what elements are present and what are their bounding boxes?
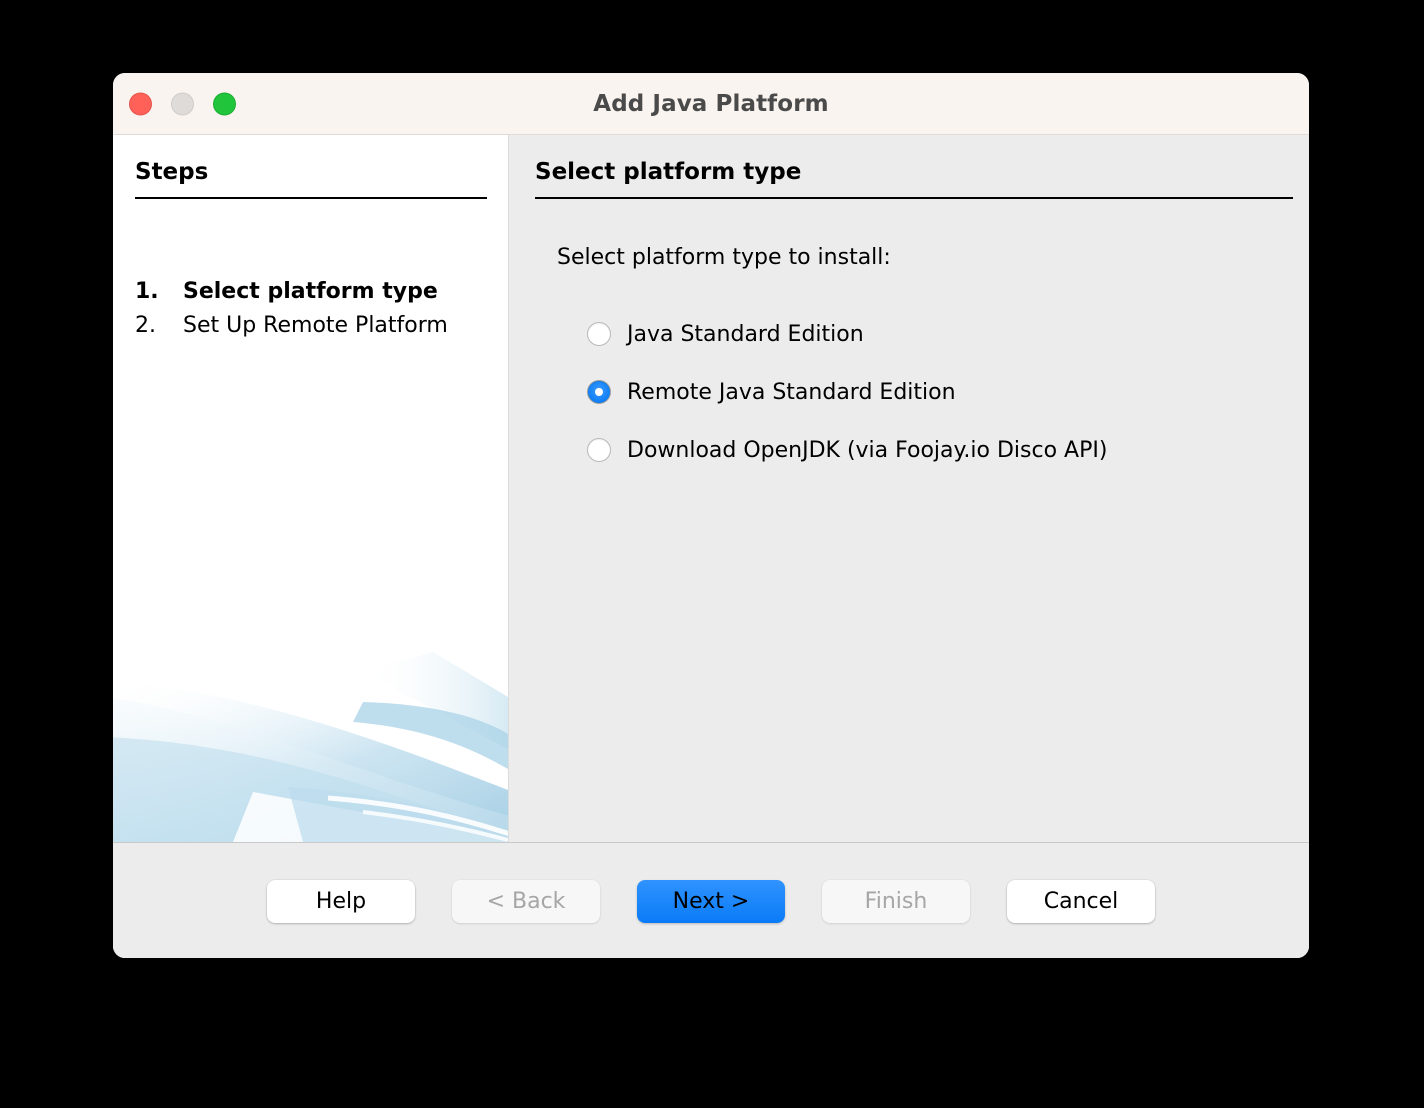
step-number: 2.	[135, 309, 183, 343]
dialog-button-bar: Help < Back Next > Finish Cancel	[113, 843, 1309, 958]
next-button[interactable]: Next >	[637, 880, 785, 923]
steps-list: 1. Select platform type 2. Set Up Remote…	[135, 275, 495, 343]
window-controls	[129, 92, 236, 115]
window-title: Add Java Platform	[113, 91, 1309, 117]
radio-label: Java Standard Edition	[627, 322, 864, 347]
close-button[interactable]	[129, 92, 152, 115]
steps-heading-rule	[135, 197, 487, 199]
minimize-button[interactable]	[171, 92, 194, 115]
steps-panel: Steps 1. Select platform type 2. Set Up …	[113, 135, 508, 842]
platform-type-radio-group: Java Standard Edition Remote Java Standa…	[587, 305, 1107, 479]
radio-icon[interactable]	[587, 438, 611, 462]
dialog-body: Steps 1. Select platform type 2. Set Up …	[113, 135, 1309, 958]
radio-option-download-openjdk[interactable]: Download OpenJDK (via Foojay.io Disco AP…	[587, 421, 1107, 479]
page-title: Select platform type	[535, 159, 801, 185]
step-label: Select platform type	[183, 275, 438, 309]
maximize-button[interactable]	[213, 92, 236, 115]
prompt-label: Select platform type to install:	[557, 245, 891, 270]
radio-option-remote-java-standard-edition[interactable]: Remote Java Standard Edition	[587, 363, 1107, 421]
main-panel: Select platform type Select platform typ…	[508, 135, 1309, 842]
radio-option-java-standard-edition[interactable]: Java Standard Edition	[587, 305, 1107, 363]
window-titlebar: Add Java Platform	[113, 73, 1309, 135]
radio-icon-selected[interactable]	[587, 380, 611, 404]
radio-label: Download OpenJDK (via Foojay.io Disco AP…	[627, 438, 1107, 463]
step-item-1: 1. Select platform type	[135, 275, 495, 309]
finish-button[interactable]: Finish	[822, 880, 970, 923]
desktop-background: Add Java Platform Steps 1. Select platfo…	[0, 0, 1424, 1108]
content-area: Steps 1. Select platform type 2. Set Up …	[113, 135, 1309, 842]
step-item-2: 2. Set Up Remote Platform	[135, 309, 495, 343]
add-java-platform-dialog: Add Java Platform Steps 1. Select platfo…	[113, 73, 1309, 958]
step-number: 1.	[135, 275, 183, 309]
radio-icon[interactable]	[587, 322, 611, 346]
radio-label: Remote Java Standard Edition	[627, 380, 956, 405]
back-button[interactable]: < Back	[452, 880, 600, 923]
page-title-rule	[535, 197, 1293, 199]
help-button[interactable]: Help	[267, 880, 415, 923]
step-label: Set Up Remote Platform	[183, 309, 448, 343]
steps-heading: Steps	[135, 159, 208, 185]
cancel-button[interactable]: Cancel	[1007, 880, 1155, 923]
decorative-swoosh-graphic	[113, 642, 508, 842]
